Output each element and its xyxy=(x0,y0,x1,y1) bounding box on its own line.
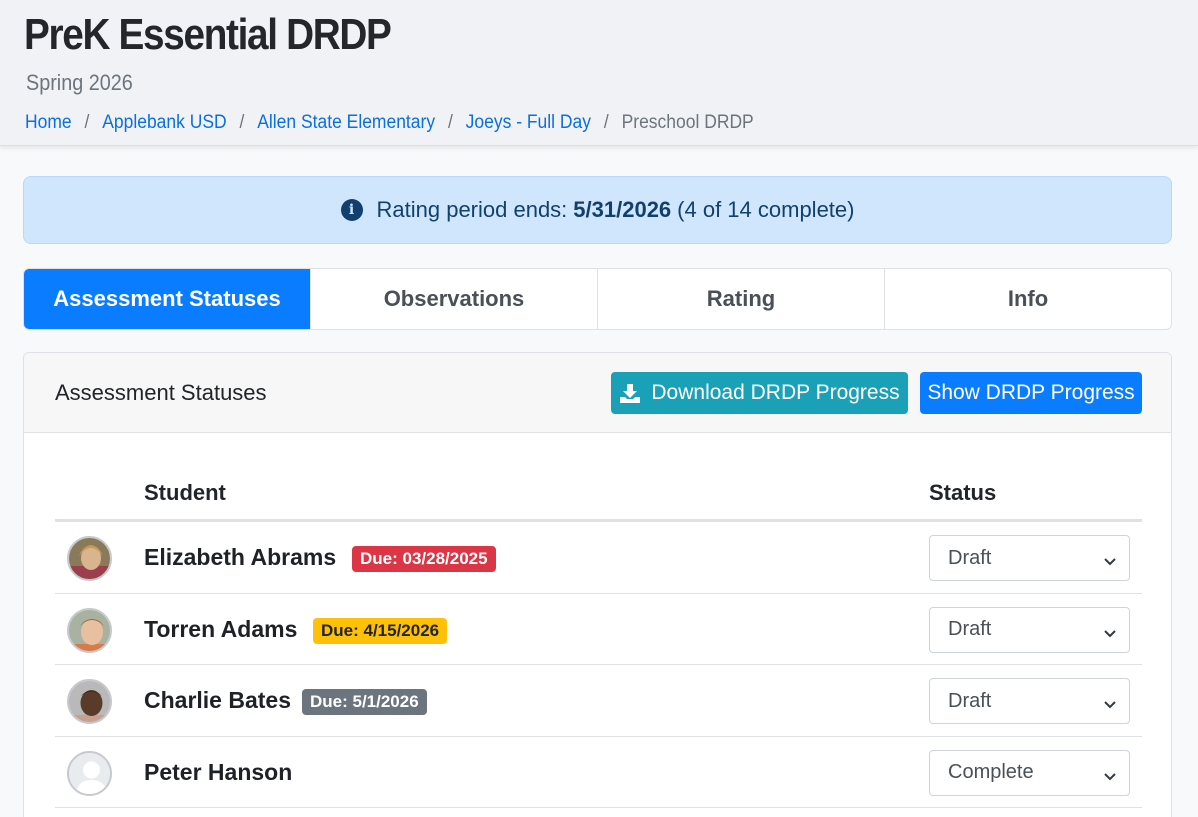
chevron-down-icon xyxy=(1103,695,1117,718)
placeholder-user-icon xyxy=(67,750,112,796)
chevron-down-icon xyxy=(1103,552,1117,575)
table-row: Charlie Bates Due: 5/1/2026 Draft xyxy=(55,665,1142,737)
card-header: Assessment Statuses Download DRDP Progre… xyxy=(24,353,1171,433)
card-title: Assessment Statuses xyxy=(55,380,267,405)
status-select[interactable]: Draft xyxy=(929,678,1130,724)
rating-period-alert: i Rating period ends: 5/31/2026 (4 of 14… xyxy=(23,176,1172,244)
due-date-badge: Due: 03/28/2025 xyxy=(352,546,496,572)
alert-date: 5/31/2026 xyxy=(573,197,672,222)
table-row: Elizabeth Abrams Due: 03/28/2025 Draft xyxy=(55,522,1142,594)
chevron-down-icon xyxy=(1103,767,1117,790)
breadcrumb-home[interactable]: Home xyxy=(25,112,72,134)
due-date-badge: Due: 4/15/2026 xyxy=(313,617,448,644)
download-drdp-progress-button[interactable]: Download DRDP Progress xyxy=(611,372,908,414)
student-name[interactable]: Torren Adams xyxy=(144,616,297,643)
assessment-statuses-card: Assessment Statuses Download DRDP Progre… xyxy=(23,352,1172,817)
status-select-value: Complete xyxy=(948,761,1034,783)
student-name[interactable]: Elizabeth Abrams xyxy=(144,544,336,571)
breadcrumb-separator: / xyxy=(447,112,453,133)
student-name[interactable]: Charlie Bates xyxy=(144,687,291,714)
table-row: Torren Adams Due: 4/15/2026 Draft xyxy=(55,594,1142,665)
status-select-value: Draft xyxy=(948,618,992,640)
breadcrumb: Home / Applebank USD / Allen State Eleme… xyxy=(25,110,754,136)
download-button-label: Download DRDP Progress xyxy=(651,381,900,404)
column-header-student: Student xyxy=(144,480,226,505)
chevron-down-icon xyxy=(1103,624,1117,647)
page-subtitle: Spring 2026 xyxy=(26,70,133,95)
tab-info[interactable]: Info xyxy=(884,269,1171,329)
breadcrumb-current: Preschool DRDP xyxy=(621,112,754,133)
show-drdp-progress-button[interactable]: Show DRDP Progress xyxy=(920,372,1142,414)
alert-prefix: Rating period ends: xyxy=(376,197,568,222)
student-status-table: Student Status Elizabeth Abrams Due: 03/… xyxy=(55,458,1142,808)
due-date-badge: Due: 5/1/2026 xyxy=(302,689,427,715)
status-select-value: Draft xyxy=(948,689,992,712)
student-name[interactable]: Peter Hanson xyxy=(144,759,292,786)
alert-progress: (4 of 14 complete) xyxy=(677,197,855,222)
tab-rating[interactable]: Rating xyxy=(597,269,884,329)
avatar xyxy=(67,679,112,724)
table-header-row: Student Status xyxy=(55,458,1142,522)
download-icon xyxy=(619,382,641,404)
avatar xyxy=(67,607,112,653)
breadcrumb-separator: / xyxy=(603,112,609,133)
tab-observations[interactable]: Observations xyxy=(310,269,597,329)
status-select[interactable]: Draft xyxy=(929,606,1130,653)
avatar xyxy=(67,536,112,581)
info-circle-icon: i xyxy=(340,199,363,221)
breadcrumb-separator: / xyxy=(84,112,90,133)
status-select[interactable]: Draft xyxy=(929,535,1130,581)
breadcrumb-district[interactable]: Applebank USD xyxy=(102,112,226,134)
page-header: PreK Essential DRDP Spring 2026 Home / A… xyxy=(0,0,1198,146)
breadcrumb-class[interactable]: Joeys - Full Day xyxy=(466,112,591,134)
column-header-status: Status xyxy=(929,480,997,505)
page-title: PreK Essential DRDP xyxy=(24,10,392,59)
status-select-value: Draft xyxy=(948,546,992,569)
breadcrumb-separator: / xyxy=(239,112,245,133)
tab-assessment-statuses[interactable]: Assessment Statuses xyxy=(24,269,310,329)
breadcrumb-school[interactable]: Allen State Elementary xyxy=(257,112,435,134)
table-row: Peter Hanson Complete xyxy=(55,737,1142,808)
status-select[interactable]: Complete xyxy=(929,749,1130,796)
tab-bar: Assessment Statuses Observations Rating … xyxy=(23,268,1172,330)
